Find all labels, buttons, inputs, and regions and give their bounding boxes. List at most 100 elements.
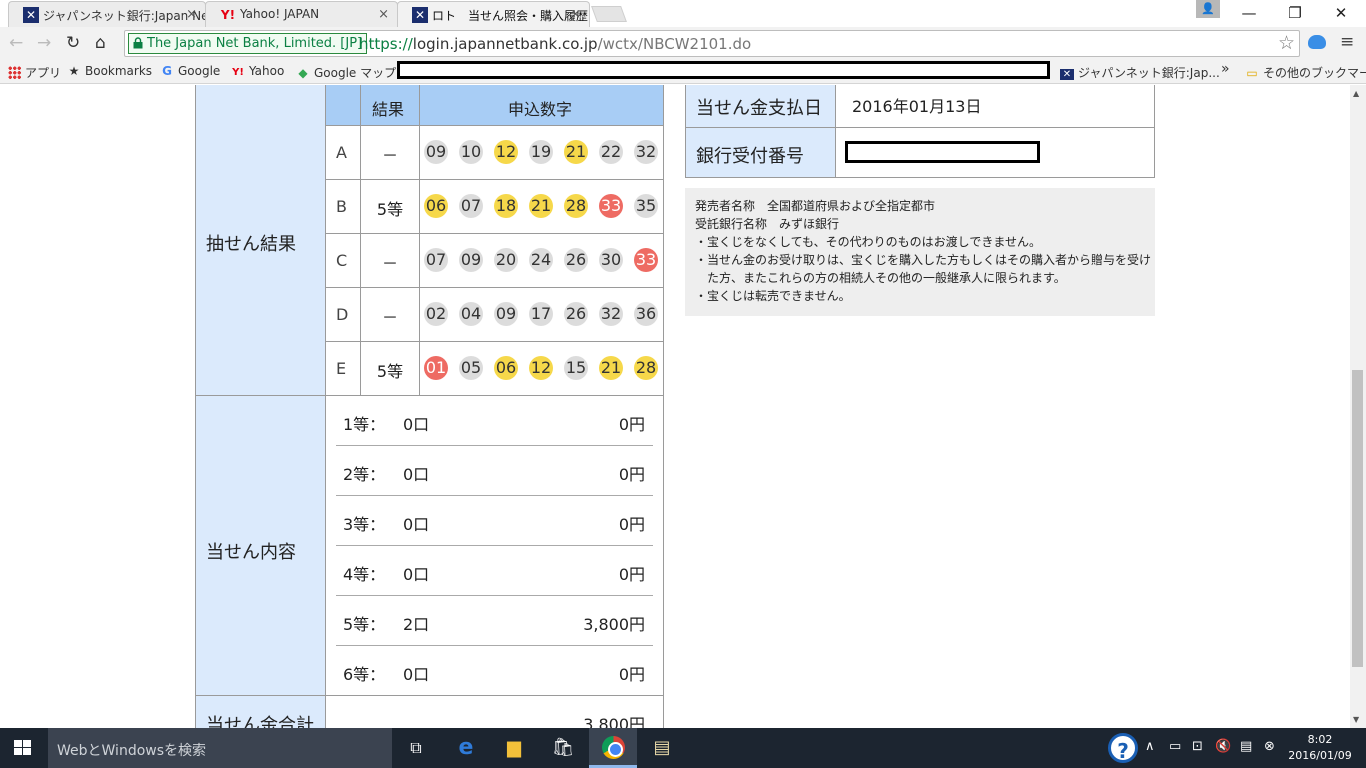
folder-app-icon[interactable]: ▤: [650, 736, 674, 760]
address-bar[interactable]: The Japan Net Bank, Limited. [JP] https:…: [124, 30, 1300, 57]
store-icon[interactable]: 🛍: [551, 736, 575, 760]
chrome-icon[interactable]: [602, 736, 625, 759]
line-letter-cell: E: [325, 341, 361, 396]
bookmark-apps[interactable]: アプリ: [8, 64, 61, 81]
browser-toolbar: ← → ↻ ⌂ The Japan Net Bank, Limited. [JP…: [0, 27, 1366, 60]
reload-icon[interactable]: ↻: [66, 33, 80, 53]
number-ball: 26: [564, 302, 588, 326]
number-ball: 33: [634, 248, 658, 272]
tab-loto-results[interactable]: ✕ ロト 当せん照会・購入履歴 ×: [397, 1, 590, 27]
header-result-cell: 結果: [360, 85, 420, 126]
number-ball: 09: [424, 140, 448, 164]
profile-icon[interactable]: 👤: [1196, 0, 1220, 18]
notice-line: ・宝くじは転売できません。: [695, 289, 851, 303]
bookmark-star-icon[interactable]: ☆: [1278, 32, 1295, 54]
bookmark-google-maps[interactable]: ◆ Google マップ: [296, 64, 396, 81]
battery-icon[interactable]: ▭: [1169, 739, 1181, 754]
prize-amount: 3,800円: [583, 615, 645, 634]
home-icon[interactable]: ⌂: [95, 33, 106, 53]
vertical-scrollbar[interactable]: ▲ ▼: [1350, 85, 1366, 728]
tray-overflow-icon[interactable]: ∧: [1145, 739, 1155, 754]
notification-icon[interactable]: ▤: [1240, 739, 1252, 754]
number-ball: 19: [529, 140, 553, 164]
help-icon[interactable]: ?: [1108, 733, 1138, 763]
prize-row: 4等： 0口 0円: [336, 546, 653, 596]
close-tab-icon[interactable]: ×: [186, 7, 197, 22]
menu-icon[interactable]: ≡: [1340, 32, 1354, 52]
prize-amount: 0円: [618, 665, 645, 684]
bookmark-other[interactable]: ▭その他のブックマーク: [1245, 64, 1366, 81]
line-result-cell: 5等: [360, 179, 420, 234]
windows-start-icon[interactable]: [14, 740, 32, 756]
number-ball: 36: [634, 302, 658, 326]
close-tab-icon[interactable]: ×: [378, 7, 389, 22]
ev-certificate-badge[interactable]: The Japan Net Bank, Limited. [JP]: [128, 33, 368, 54]
prize-row: 3等： 0口 0円: [336, 496, 653, 546]
number-ball: 21: [599, 356, 623, 380]
line-result: －: [381, 308, 398, 327]
close-window-icon[interactable]: ✕: [1326, 4, 1356, 22]
prize-rank: 5等：: [343, 615, 386, 634]
line-letter-cell: C: [325, 233, 361, 288]
tab-yahoo[interactable]: Y! Yahoo! JAPAN ×: [205, 1, 398, 27]
prize-count: 0口: [403, 465, 430, 484]
scroll-down-icon[interactable]: ▼: [1353, 715, 1359, 724]
volume-muted-icon[interactable]: 🔇: [1215, 739, 1231, 754]
taskbar-search-box[interactable]: WebとWindowsを検索: [48, 728, 392, 768]
bookmark-japannetbank[interactable]: ✕ ジャパンネット銀行:Jap...: [1060, 64, 1220, 81]
more-bookmarks-icon[interactable]: »: [1221, 61, 1230, 77]
line-letter-cell: D: [325, 287, 361, 342]
prize-rank: 6等：: [343, 665, 386, 684]
prize-rank: 3等：: [343, 515, 386, 534]
scroll-thumb[interactable]: [1352, 370, 1363, 667]
maps-pin-icon: ◆: [298, 66, 308, 80]
extension-cloud-icon[interactable]: [1308, 35, 1326, 49]
prize-row: 6等： 0口 0円: [336, 646, 653, 696]
number-ball: 10: [459, 140, 483, 164]
bookmark-yahoo[interactable]: Y! Yahoo: [231, 64, 284, 78]
close-circle-icon[interactable]: ⊗: [1264, 739, 1275, 754]
prize-rank: 1等：: [343, 415, 386, 434]
bookmark-google[interactable]: G Google: [160, 64, 220, 78]
number-ball: 21: [529, 194, 553, 218]
file-explorer-icon[interactable]: ▆: [502, 736, 526, 760]
tab-japannetbank[interactable]: ✕ ジャパンネット銀行:Japan Ne ×: [8, 1, 206, 27]
yahoo-icon: Y!: [232, 67, 244, 78]
bookmark-bookmarks[interactable]: ★ Bookmarks: [67, 64, 152, 78]
line-letter-cell: A: [325, 125, 361, 180]
number-ball: 30: [599, 248, 623, 272]
notice-line: 受託銀行名称 みずほ銀行: [695, 217, 840, 231]
prize-amount: 0円: [618, 515, 645, 534]
restore-icon[interactable]: ❐: [1280, 4, 1310, 22]
windows-taskbar: WebとWindowsを検索 ⧉ e ▆ 🛍 ▤ ? ∧ ▭ ⊡ 🔇 ▤ ⊗ 8…: [0, 728, 1366, 768]
new-tab-button[interactable]: [591, 6, 627, 22]
task-view-icon[interactable]: ⧉: [404, 736, 428, 760]
line-result: 5等: [376, 200, 404, 219]
result-label-cell: 抽せん結果: [195, 85, 326, 396]
edge-icon[interactable]: e: [454, 736, 478, 760]
minimize-icon[interactable]: —: [1234, 4, 1264, 22]
back-icon[interactable]: ←: [9, 33, 23, 53]
receipt-number-label: 銀行受付番号: [696, 146, 804, 167]
scroll-up-icon[interactable]: ▲: [1353, 89, 1359, 98]
tab-strip: ✕ ジャパンネット銀行:Japan Ne × Y! Yahoo! JAPAN ×…: [0, 0, 1366, 27]
clock-time: 8:02: [1307, 733, 1333, 746]
payment-date-label-cell: 当せん金支払日: [685, 85, 836, 128]
draw-result-label: 抽せん結果: [206, 234, 296, 255]
number-ball: 06: [494, 356, 518, 380]
number-ball: 35: [634, 194, 658, 218]
japannetbank-favicon-icon: ✕: [23, 7, 39, 23]
url-text[interactable]: https://login.japannetbank.co.jp/wctx/NB…: [359, 35, 751, 53]
forward-icon[interactable]: →: [37, 33, 51, 53]
header-result: 結果: [372, 100, 405, 119]
line-letter: C: [336, 251, 348, 270]
prize-count: 0口: [403, 565, 430, 584]
close-tab-icon[interactable]: ×: [570, 7, 581, 22]
network-icon[interactable]: ⊡: [1192, 739, 1203, 754]
prize-rank: 2等：: [343, 465, 386, 484]
number-ball: 32: [634, 140, 658, 164]
total-label-cell: 当せん金合計: [195, 695, 326, 728]
number-ball: 26: [564, 248, 588, 272]
line-letter: B: [336, 197, 347, 216]
system-clock[interactable]: 8:02 2016/01/09: [1288, 732, 1352, 764]
